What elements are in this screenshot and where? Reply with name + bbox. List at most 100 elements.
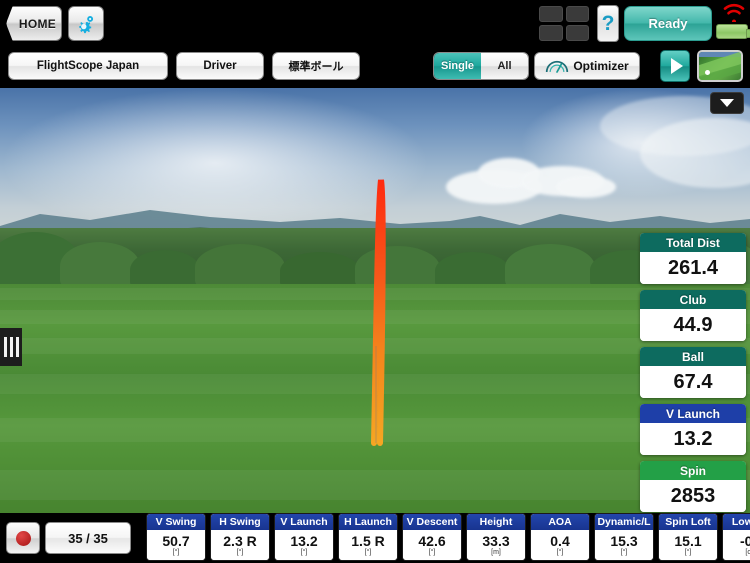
metric-value: 2853 xyxy=(640,480,746,512)
metric-value: 44.9 xyxy=(640,309,746,341)
stat-label: AOA xyxy=(531,514,589,530)
stat-card[interactable]: AOA 0.4 [°] xyxy=(530,513,590,561)
tab-all-label: All xyxy=(497,60,512,72)
stat-value: 2.3 R xyxy=(223,533,257,549)
stat-value-wrap: -0.6[cm] xyxy=(723,530,750,560)
shot-counter[interactable]: 35 / 35 xyxy=(45,522,131,554)
metric-value: 13.2 xyxy=(640,423,746,455)
stat-unit: [°] xyxy=(236,549,244,556)
stat-label: V Descent xyxy=(403,514,461,530)
thumb-ball-dot xyxy=(705,70,710,75)
metric-label: Spin xyxy=(640,461,746,480)
stat-value-wrap: 15.3 [°] xyxy=(595,530,653,560)
stat-value: 15.3 xyxy=(610,533,638,549)
cloud xyxy=(556,176,616,198)
stat-card[interactable]: V Swing 50.7 [°] xyxy=(146,513,206,561)
stat-unit: [°] xyxy=(300,549,308,556)
gauge-icon xyxy=(546,60,569,73)
grid-cell xyxy=(565,25,589,41)
stat-value: 50.7 xyxy=(162,533,190,549)
metric-label: Ball xyxy=(640,347,746,366)
wifi-icon xyxy=(723,3,745,22)
stat-unit: [°] xyxy=(620,549,628,556)
stat-unit: [m] xyxy=(491,549,501,556)
help-icon: ? xyxy=(601,11,615,35)
ready-status-button[interactable]: Ready xyxy=(624,6,712,41)
record-icon xyxy=(15,530,31,546)
stat-value: -0.6 xyxy=(739,533,750,549)
optimizer-button[interactable]: Optimizer xyxy=(534,52,640,80)
grid-cell xyxy=(565,6,589,22)
gear-icon xyxy=(79,15,94,33)
stat-label: Spin Loft xyxy=(659,514,717,530)
tree-line xyxy=(0,228,750,290)
metric-value: 261.4 xyxy=(640,252,746,284)
stat-card[interactable]: H Swing 2.3 R [°] xyxy=(210,513,270,561)
club-label: Driver xyxy=(203,60,237,72)
tab-all[interactable]: All xyxy=(481,53,528,79)
stat-card[interactable]: V Descent 42.6 [°] xyxy=(402,513,462,561)
top-bar: HOME ? Ready xyxy=(0,0,750,46)
metric-label: Total Dist xyxy=(640,233,746,252)
stat-label: Dynamic/L xyxy=(595,514,653,530)
ball-selector[interactable]: 標準ボール xyxy=(272,52,360,80)
stat-card[interactable]: Low Poi-0.6[cm] xyxy=(722,513,750,561)
ready-label: Ready xyxy=(648,16,688,31)
stat-value-wrap: 2.3 R [°] xyxy=(211,530,269,560)
metric-card[interactable]: Ball 67.4 xyxy=(640,347,746,398)
distance-marker-sign xyxy=(0,328,22,366)
stat-label: V Swing xyxy=(147,514,205,530)
stat-label: V Launch xyxy=(275,514,333,530)
battery-icon xyxy=(716,24,750,39)
stat-card[interactable]: Spin Loft 15.1 [°] xyxy=(658,513,718,561)
play-button[interactable] xyxy=(660,50,690,82)
grid-view-button[interactable] xyxy=(539,6,589,41)
metric-card[interactable]: V Launch 13.2 xyxy=(640,404,746,455)
stat-value-wrap: 0.4 [°] xyxy=(531,530,589,560)
stat-unit: [°] xyxy=(364,549,372,556)
stat-value-wrap: 1.5 R [°] xyxy=(339,530,397,560)
metric-card[interactable]: Spin 2853 xyxy=(640,461,746,512)
stat-label: H Swing xyxy=(211,514,269,530)
ball-label: 標準ボール xyxy=(288,61,344,73)
grid-cell xyxy=(539,6,563,22)
record-button[interactable] xyxy=(6,522,40,554)
golf-simulator-app: HOME ? Ready FlightScope Japan Driver 標準… xyxy=(0,0,750,563)
view-mode-toggle[interactable]: Single All xyxy=(433,52,529,80)
settings-button[interactable] xyxy=(68,6,104,41)
stat-value-wrap: 13.2 [°] xyxy=(275,530,333,560)
stat-unit: [cm] xyxy=(745,549,750,556)
stat-label: H Launch xyxy=(339,514,397,530)
course-thumbnail-button[interactable] xyxy=(697,50,743,82)
grid-cell xyxy=(539,25,563,41)
stat-value: 13.2 xyxy=(290,533,318,549)
metric-card[interactable]: Total Dist 261.4 xyxy=(640,233,746,284)
home-button[interactable]: HOME xyxy=(6,6,62,41)
metric-card[interactable]: Club 44.9 xyxy=(640,290,746,341)
metric-label: V Launch xyxy=(640,404,746,423)
tab-single[interactable]: Single xyxy=(434,53,481,79)
panel-collapse-button[interactable] xyxy=(710,92,744,114)
profile-label: FlightScope Japan xyxy=(36,60,140,72)
stat-value: 42.6 xyxy=(418,533,446,549)
stat-unit: [°] xyxy=(428,549,436,556)
simulation-view[interactable]: Total Dist 261.4 Club 44.9 Ball 67.4 V L… xyxy=(0,88,750,513)
stat-card[interactable]: Dynamic/L 15.3 [°] xyxy=(594,513,654,561)
club-selector[interactable]: Driver xyxy=(176,52,264,80)
stat-card[interactable]: Height 33.3 [m] xyxy=(466,513,526,561)
stat-value: 33.3 xyxy=(482,533,510,549)
stat-unit: [°] xyxy=(172,549,180,556)
primary-metrics-panel: Total Dist 261.4 Club 44.9 Ball 67.4 V L… xyxy=(640,233,746,513)
shot-counter-label: 35 / 35 xyxy=(68,530,108,546)
stat-value-wrap: 50.7 [°] xyxy=(147,530,205,560)
metric-label: Club xyxy=(640,290,746,309)
optimizer-label: Optimizer xyxy=(573,59,629,73)
profile-selector[interactable]: FlightScope Japan xyxy=(8,52,168,80)
help-button[interactable]: ? xyxy=(597,5,619,42)
stat-value: 1.5 R xyxy=(351,533,385,549)
secondary-metrics-row: V Swing 50.7 [°] H Swing 2.3 R [°] V Launch 13.… xyxy=(146,513,750,563)
stat-value-wrap: 42.6 [°] xyxy=(403,530,461,560)
stat-card[interactable]: V Launch 13.2 [°] xyxy=(274,513,334,561)
stat-card[interactable]: H Launch 1.5 R [°] xyxy=(338,513,398,561)
stat-label: Low Poi xyxy=(723,514,750,530)
